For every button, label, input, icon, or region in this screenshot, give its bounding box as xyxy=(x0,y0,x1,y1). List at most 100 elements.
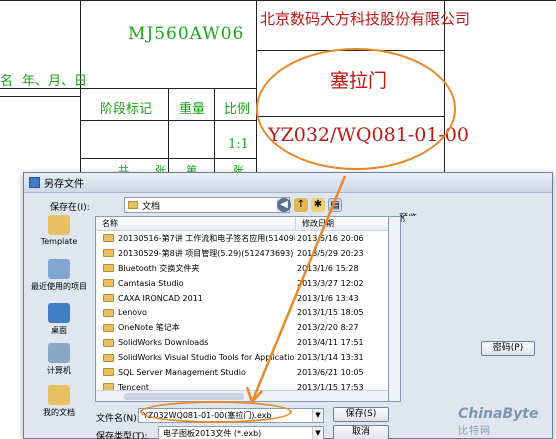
place-computer[interactable]: 计算机 xyxy=(28,343,90,376)
chevron-down-icon: ▼ xyxy=(312,409,323,422)
file-name-cell: 20130529-第8讲 项目管理(5.29)(512473693) xyxy=(96,248,295,259)
folder-icon xyxy=(103,234,114,243)
column-header-date[interactable]: 修改日期 xyxy=(295,217,375,230)
file-name-cell: CAXA IRONCAD 2011 xyxy=(96,294,295,303)
list-item[interactable]: SolidWorks Downloads 2013/4/11 17:51 xyxy=(96,335,388,350)
cancel-button[interactable]: 取消 xyxy=(333,425,389,439)
scale-value: 1:1 xyxy=(228,137,249,152)
filetype-select[interactable]: 电子图板2013文件 (*.exb) ▼ xyxy=(158,426,324,439)
watermark-brand: ChinaByte xyxy=(458,406,539,422)
label-stage: 阶段标记 xyxy=(100,102,153,117)
highlight-ellipse xyxy=(256,48,456,170)
column-header-name[interactable]: 名称 xyxy=(96,217,295,230)
desktop-icon xyxy=(48,303,70,323)
file-name-cell: SQL Server Management Studio xyxy=(96,368,295,377)
frame-line xyxy=(256,0,257,172)
folder-icon xyxy=(48,215,70,235)
save-in-value: 文档 xyxy=(142,201,161,212)
file-name-cell: SolidWorks Downloads xyxy=(96,338,295,347)
list-header: 名称 修改日期 xyxy=(96,217,388,231)
part-number: MJ560AW06 xyxy=(128,24,245,44)
label-weight: 重量 xyxy=(179,102,206,117)
file-name-cell: 20130516-第7讲 工作流和电子签名应用(514098... xyxy=(96,233,295,244)
list-item[interactable]: CAXA IRONCAD 2011 2013/1/6 13:43 xyxy=(96,291,388,306)
preview-pane xyxy=(405,216,550,402)
save-file-dialog: 另存文件 保存在(I): 文档 ▼ ◀ ↑ ✱ ▤ 预览 Template 最近… xyxy=(23,172,553,439)
file-name: CAXA IRONCAD 2011 xyxy=(118,293,203,303)
folder-icon xyxy=(103,294,114,302)
list-item[interactable]: OneNote 笔记本 2013/2/20 8:27 xyxy=(96,320,388,335)
password-button[interactable]: 密码(P) xyxy=(481,341,535,356)
file-date: 2013/5/29 20:23 xyxy=(297,248,364,258)
place-documents[interactable]: 我的文档 xyxy=(28,385,90,418)
place-template[interactable]: Template xyxy=(28,215,90,246)
company-name: 北京数码大方科技股份有限公司 xyxy=(260,10,471,28)
file-date: 2013/3/27 12:02 xyxy=(297,278,364,288)
scrollbar-thumb[interactable] xyxy=(124,393,244,400)
folder-icon xyxy=(103,308,114,317)
frame-line xyxy=(168,88,169,172)
filename-highlight-ellipse xyxy=(140,401,292,423)
horizontal-scrollbar[interactable] xyxy=(96,390,388,401)
places-bar: Template 最近使用的项目 桌面 计算机 我的文档 xyxy=(28,207,90,432)
frame-line xyxy=(214,88,215,172)
chevron-down-icon: ▼ xyxy=(312,427,323,439)
file-date: 2013/1/14 13:31 xyxy=(297,353,364,363)
up-folder-icon[interactable]: ↑ xyxy=(294,198,308,212)
file-name: Camtasia Studio xyxy=(118,278,184,288)
file-date: 2013/1/15 18:05 xyxy=(297,308,364,318)
watermark: ChinaByte 比特网 xyxy=(458,406,538,437)
folder-icon xyxy=(103,368,114,377)
filetype-value: 电子图板2013文件 (*.exb) xyxy=(163,429,262,438)
file-name: 20130529-第8讲 项目管理(5.29)(512473693) xyxy=(118,248,294,258)
list-item[interactable]: Lenovo 2013/1/15 18:05 xyxy=(96,305,388,320)
list-item[interactable]: SolidWorks Visual Studio Tools for Appli… xyxy=(96,350,388,365)
dialog-title: 另存文件 xyxy=(44,179,84,190)
file-date: 2013/6/21 10:05 xyxy=(297,367,364,377)
frame-line xyxy=(0,96,80,97)
file-name: SolidWorks Downloads xyxy=(118,338,209,348)
file-name: SolidWorks Visual Studio Tools for Appli… xyxy=(118,353,295,363)
file-name-cell: Bluetooth 交换文件夹 xyxy=(96,263,295,274)
watermark-sub: 比特网 xyxy=(458,426,491,437)
label-date: 年、月、日 xyxy=(22,74,88,89)
folder-icon xyxy=(103,353,114,362)
new-folder-icon[interactable]: ✱ xyxy=(311,198,325,212)
list-item[interactable]: 20130529-第8讲 项目管理(5.29)(512473693) 2013/5… xyxy=(96,246,388,261)
file-name: 20130516-第7讲 工作流和电子签名应用(514098... xyxy=(118,233,295,243)
filetype-label: 保存类型(T): xyxy=(96,432,148,439)
file-name-cell: SolidWorks Visual Studio Tools for Appli… xyxy=(96,353,295,362)
file-list: 名称 修改日期 20130516-第7讲 工作流和电子签名应用(514098..… xyxy=(95,216,389,402)
back-icon[interactable]: ◀ xyxy=(277,198,291,212)
place-desktop[interactable]: 桌面 xyxy=(28,303,90,336)
file-date: 2013/1/6 13:43 xyxy=(297,293,359,303)
vertical-scrollbar[interactable] xyxy=(389,216,401,402)
view-menu-icon[interactable]: ▤ xyxy=(328,198,342,212)
file-date: 2013/1/6 15:28 xyxy=(297,263,359,273)
save-button[interactable]: 保存(S) xyxy=(333,407,389,422)
label-name: 名 xyxy=(0,74,14,89)
folder-icon xyxy=(103,323,114,332)
file-rows: 20130516-第7讲 工作流和电子签名应用(514098... 2013/5/… xyxy=(96,231,388,401)
list-item[interactable]: Bluetooth 交换文件夹 2013/1/6 15:28 xyxy=(96,261,388,276)
filename-label: 文件名(N): xyxy=(96,414,140,424)
file-name-cell: Camtasia Studio xyxy=(96,279,295,288)
save-in-combo[interactable]: 文档 ▼ xyxy=(124,197,290,213)
file-name: Lenovo xyxy=(118,308,147,318)
list-item[interactable]: 20130516-第7讲 工作流和电子签名应用(514098... 2013/5/… xyxy=(96,231,388,246)
folder-icon xyxy=(103,279,114,288)
file-name: OneNote 笔记本 xyxy=(118,323,180,333)
file-name-cell: Lenovo xyxy=(96,308,295,317)
frame-line xyxy=(0,0,556,1)
file-date: 2013/4/11 17:51 xyxy=(297,338,364,348)
folder-icon xyxy=(103,264,114,273)
place-recent[interactable]: 最近使用的项目 xyxy=(28,259,90,292)
list-item[interactable]: Camtasia Studio 2013/3/27 12:02 xyxy=(96,276,388,291)
file-date: 2013/2/20 8:27 xyxy=(297,323,359,333)
file-date: 2013/5/16 20:06 xyxy=(297,233,364,243)
recent-items-icon xyxy=(48,259,70,279)
folder-icon xyxy=(103,338,114,347)
file-name: SQL Server Management Studio xyxy=(118,367,246,377)
documents-folder-icon xyxy=(48,385,70,405)
list-item[interactable]: SQL Server Management Studio 2013/6/21 10… xyxy=(96,365,388,380)
